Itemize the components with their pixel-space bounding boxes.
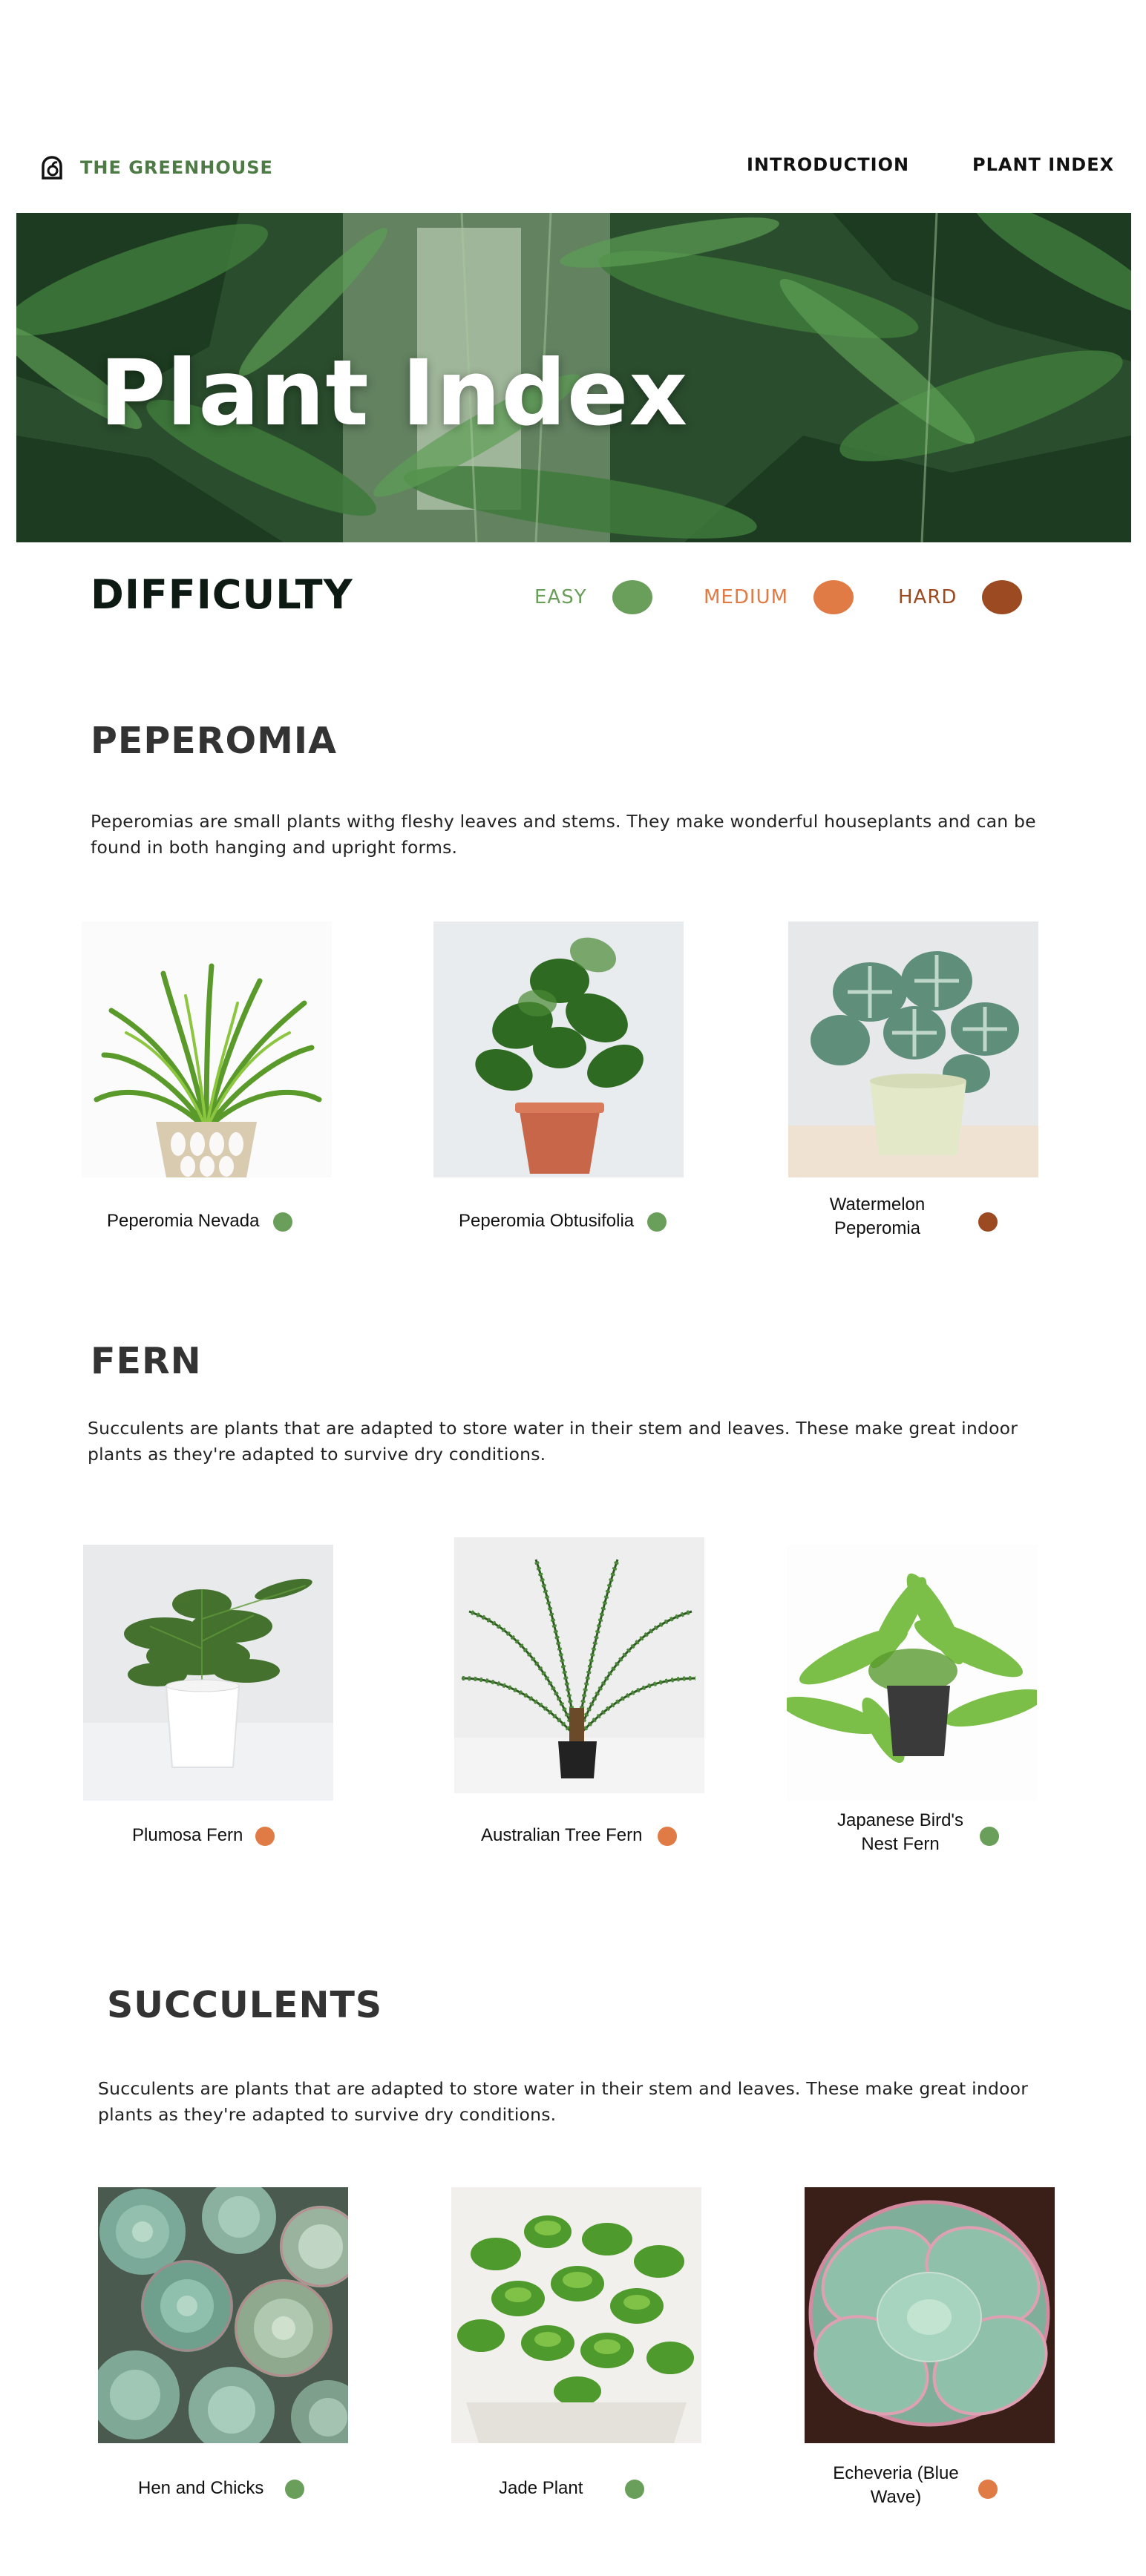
plant-name: Hen and Chicks xyxy=(138,2478,264,2498)
plant-image-peperomia-nevada[interactable] xyxy=(82,921,332,1177)
plant-image-echeveria-blue-wave[interactable] xyxy=(805,2187,1055,2443)
section-title-succulents: SUCCULENTS xyxy=(107,1984,383,2026)
difficulty-dot-medium xyxy=(658,1827,677,1846)
plant-image-watermelon-peperomia[interactable] xyxy=(788,921,1038,1177)
legend-medium-label: MEDIUM xyxy=(704,586,789,608)
plant-name: Jade Plant xyxy=(499,2478,583,2498)
difficulty-title: DIFFICULTY xyxy=(91,571,353,618)
legend-easy: EASY xyxy=(534,580,652,614)
section-desc-succulents: Succulents are plants that are adapted t… xyxy=(98,2078,1029,2125)
legend-medium: MEDIUM xyxy=(704,580,854,614)
difficulty-dot-easy xyxy=(285,2480,304,2499)
nav-plant-index[interactable]: PLANT INDEX xyxy=(972,154,1114,175)
hero-banner: Plant Index xyxy=(16,213,1131,542)
brand[interactable]: THE GREENHOUSE xyxy=(39,154,273,181)
plant-image-australian-tree-fern[interactable] xyxy=(454,1537,704,1793)
legend-hard-label: HARD xyxy=(898,586,957,608)
plant-name: Peperomia Nevada xyxy=(107,1211,260,1231)
difficulty-dot-easy xyxy=(980,1827,999,1846)
section-title-peperomia: PEPEROMIA xyxy=(91,720,338,762)
hero-title: Plant Index xyxy=(99,341,689,446)
plant-name: Watermelon Peperomia xyxy=(829,1195,926,1238)
plant-name: Australian Tree Fern xyxy=(481,1825,643,1845)
difficulty-dot-easy xyxy=(625,2480,644,2499)
plant-name: Peperomia Obtusifolia xyxy=(459,1211,635,1231)
plant-name: Echeveria (Blue Wave) xyxy=(833,2463,959,2507)
legend-hard: HARD xyxy=(898,580,1023,614)
section-desc-fern: Succulents are plants that are adapted t… xyxy=(88,1418,1018,1465)
legend-easy-dot xyxy=(612,580,652,614)
legend-medium-dot xyxy=(813,580,854,614)
difficulty-dot-medium xyxy=(978,2480,998,2499)
plant-name: Plumosa Fern xyxy=(132,1825,243,1845)
greenhouse-logo-icon xyxy=(42,156,62,180)
legend-easy-label: EASY xyxy=(534,586,587,608)
plant-image-japanese-birds-nest-fern[interactable] xyxy=(787,1545,1037,1801)
difficulty-dot-hard xyxy=(978,1212,998,1232)
brand-name: THE GREENHOUSE xyxy=(80,157,273,178)
legend-hard-dot xyxy=(982,580,1023,614)
plant-image-hen-and-chicks[interactable] xyxy=(98,2187,348,2443)
plant-image-jade-plant[interactable] xyxy=(451,2187,701,2443)
difficulty-dot-medium xyxy=(255,1827,275,1846)
plant-name: Japanese Bird's Nest Fern xyxy=(836,1810,963,1854)
difficulty-dot-easy xyxy=(647,1212,667,1232)
difficulty-dot-easy xyxy=(273,1212,292,1232)
plant-image-peperomia-obtusifolia[interactable] xyxy=(433,921,684,1177)
section-title-fern: FERN xyxy=(91,1340,202,1382)
plant-image-plumosa-fern[interactable] xyxy=(83,1545,333,1801)
nav-introduction[interactable]: INTRODUCTION xyxy=(747,154,909,175)
section-desc-peperomia: Peperomias are small plants withg fleshy… xyxy=(91,811,1036,858)
